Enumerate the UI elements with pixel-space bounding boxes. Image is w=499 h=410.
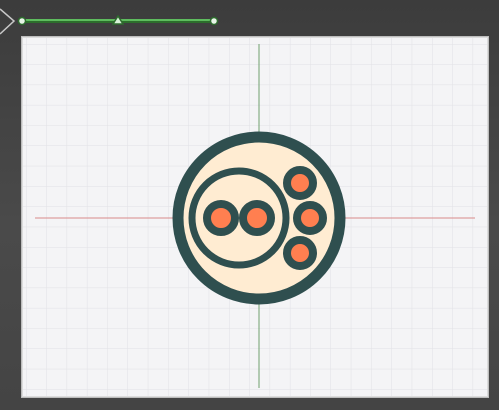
node-end-icon[interactable]	[209, 16, 219, 26]
drawing-canvas[interactable]	[22, 37, 488, 397]
dot-right[interactable]	[293, 201, 327, 235]
editor-window	[0, 0, 499, 410]
toolbar	[0, 8, 219, 35]
canvas-svg[interactable]	[23, 38, 487, 396]
timeline-slider[interactable]	[17, 14, 219, 26]
dot-top-right[interactable]	[283, 166, 317, 200]
dot-left[interactable]	[203, 200, 239, 236]
dot-bottom-right[interactable]	[283, 236, 317, 270]
node-start-icon[interactable]	[17, 16, 27, 26]
artwork-group[interactable]	[172, 131, 346, 305]
chevron-icon[interactable]	[0, 8, 16, 35]
dot-center[interactable]	[239, 200, 275, 236]
